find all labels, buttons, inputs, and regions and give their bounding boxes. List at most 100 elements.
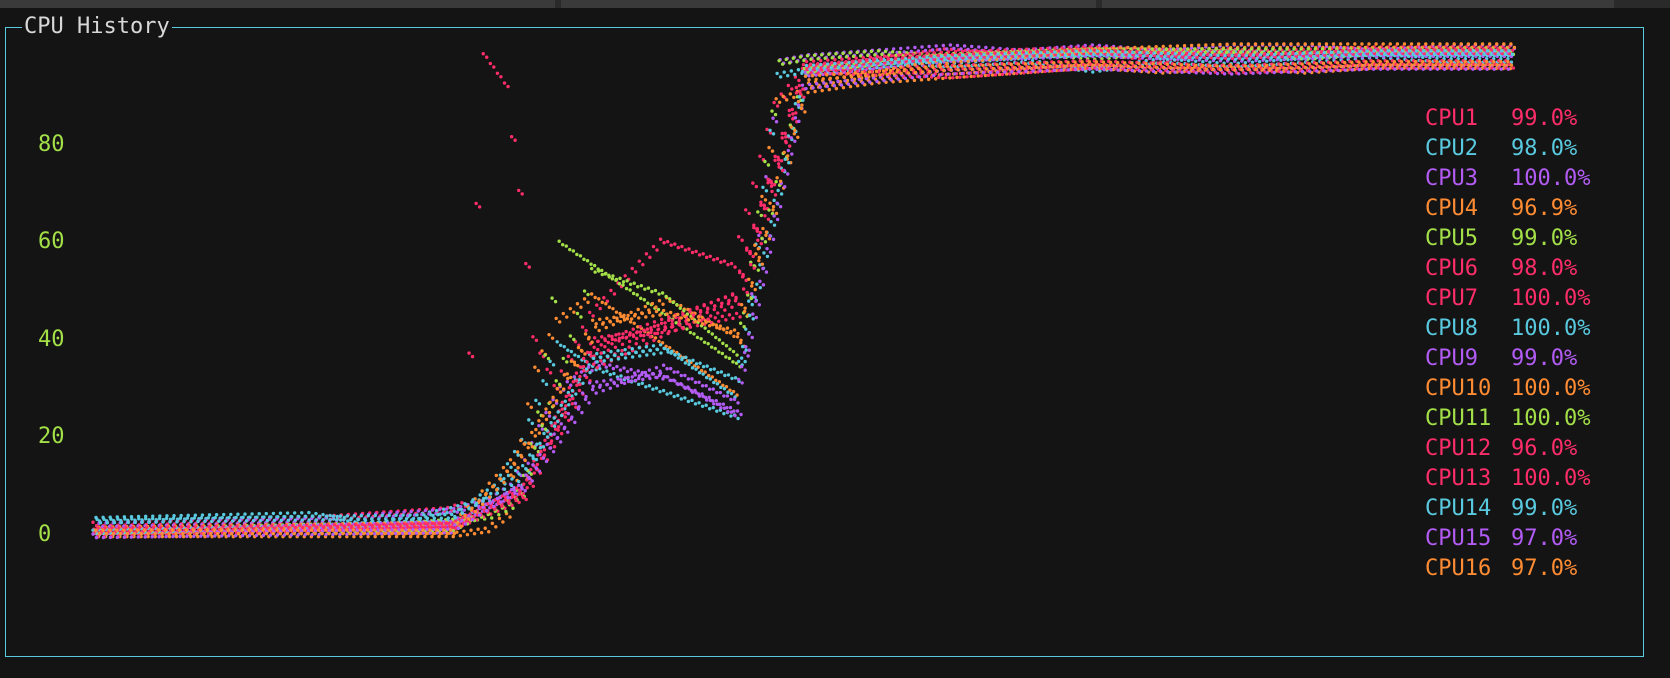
data-point	[1208, 60, 1212, 64]
data-point	[945, 47, 949, 51]
data-point	[606, 340, 611, 345]
data-point	[693, 380, 698, 385]
data-point	[557, 320, 562, 324]
data-point	[627, 339, 632, 344]
data-point	[918, 52, 922, 56]
data-point	[1272, 59, 1276, 63]
data-point	[544, 459, 549, 464]
data-point	[743, 368, 747, 372]
data-point	[665, 239, 670, 244]
data-point	[1445, 42, 1449, 46]
data-point	[542, 448, 547, 452]
data-point	[777, 100, 782, 105]
data-point	[693, 402, 698, 406]
data-point	[612, 371, 616, 376]
data-point	[656, 323, 660, 328]
data-point	[1303, 42, 1307, 46]
data-point	[542, 453, 547, 457]
data-point	[591, 314, 595, 318]
data-point	[589, 354, 593, 358]
data-point	[582, 289, 587, 293]
data-point	[440, 521, 444, 526]
data-point	[561, 387, 566, 391]
data-point	[1175, 44, 1180, 48]
data-point	[611, 274, 615, 278]
data-point	[551, 363, 556, 367]
data-point	[714, 399, 718, 403]
data-point	[729, 261, 734, 266]
data-point	[608, 372, 613, 377]
data-point	[854, 56, 858, 60]
data-point	[675, 303, 679, 307]
data-point	[757, 258, 761, 263]
data-point	[1091, 70, 1095, 74]
data-point	[712, 380, 716, 385]
data-point	[1466, 42, 1471, 46]
data-point	[585, 360, 589, 364]
data-point	[655, 248, 659, 252]
data-point	[444, 507, 449, 511]
data-point	[952, 46, 956, 51]
data-point	[1459, 42, 1463, 46]
data-point	[510, 495, 515, 499]
data-point	[636, 285, 640, 289]
data-point	[342, 524, 347, 528]
data-point	[951, 76, 955, 80]
data-point	[750, 292, 754, 296]
data-point	[593, 295, 597, 300]
data-point	[780, 168, 785, 173]
data-point	[683, 361, 688, 365]
data-point	[754, 299, 758, 303]
data-point	[898, 50, 902, 55]
data-point	[619, 374, 623, 378]
data-point	[654, 386, 659, 390]
data-point	[690, 250, 695, 255]
data-point	[564, 394, 568, 399]
data-point	[639, 283, 644, 288]
data-point	[530, 430, 534, 435]
data-point	[582, 297, 587, 301]
data-point	[666, 315, 671, 319]
data-point	[773, 158, 777, 163]
data-point	[911, 52, 915, 57]
data-point	[610, 334, 614, 339]
data-point	[551, 449, 556, 454]
data-point	[1313, 47, 1318, 51]
data-point	[568, 398, 572, 402]
data-point	[986, 73, 991, 78]
data-point	[601, 388, 605, 393]
data-point	[229, 512, 233, 517]
data-point	[508, 458, 513, 462]
data-point	[555, 340, 559, 344]
data-point	[423, 508, 428, 513]
data-point	[659, 335, 663, 339]
data-point	[565, 380, 569, 384]
data-point	[782, 70, 786, 74]
data-point	[541, 379, 545, 383]
data-point	[661, 388, 666, 393]
data-point	[637, 382, 641, 387]
data-point	[1186, 59, 1191, 63]
data-point	[505, 462, 510, 466]
data-point	[437, 507, 442, 512]
data-point	[158, 525, 163, 529]
series-cpu8	[91, 50, 1511, 536]
data-point	[780, 62, 785, 66]
data-point	[270, 524, 274, 528]
data-point	[672, 370, 676, 374]
data-point	[547, 410, 552, 415]
data-point	[539, 449, 543, 454]
data-point	[335, 514, 339, 519]
data-point	[1218, 42, 1222, 47]
data-point	[727, 313, 732, 317]
data-point	[307, 525, 312, 529]
data-point	[1151, 58, 1155, 62]
data-point	[834, 52, 838, 56]
data-point	[707, 387, 712, 391]
data-point	[643, 287, 647, 291]
data-point	[683, 396, 687, 400]
data-point	[741, 287, 746, 291]
data-point	[731, 349, 736, 354]
data-point	[644, 345, 649, 349]
data-point	[618, 276, 622, 281]
